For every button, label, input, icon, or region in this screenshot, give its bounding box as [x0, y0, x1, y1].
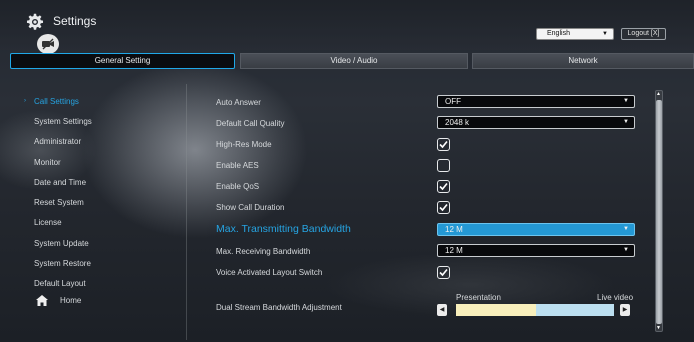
dual-stream-label: Dual Stream Bandwidth Adjustment — [216, 303, 342, 312]
enable-qos-label: Enable QoS — [216, 182, 260, 191]
sidebar-item-default-layout[interactable]: Default Layout — [34, 279, 86, 288]
home-link[interactable]: Home — [60, 296, 81, 305]
high-res-mode-checkbox[interactable] — [437, 138, 450, 151]
slider-left-arrow-button[interactable]: ◀ — [437, 304, 447, 316]
scrollbar-thumb[interactable] — [656, 100, 662, 324]
tab-general-setting[interactable]: General Setting — [10, 53, 235, 69]
max-rx-bandwidth-label: Max. Receiving Bandwidth — [216, 247, 311, 256]
checkmark-icon — [439, 182, 448, 191]
max-rx-bandwidth-select[interactable]: 12 M ▼ — [437, 244, 635, 257]
max-tx-bandwidth-label: Max. Transmitting Bandwidth — [216, 223, 351, 235]
header-bar — [0, 0, 694, 50]
sidebar-item-system-restore[interactable]: System Restore — [34, 259, 91, 268]
live-video-label: Live video — [597, 293, 634, 302]
chevron-down-icon: ▼ — [602, 31, 608, 37]
enable-aes-checkbox[interactable] — [437, 159, 450, 172]
slider-right-arrow-button[interactable]: ▶ — [620, 304, 630, 316]
camera-off-icon[interactable] — [37, 34, 59, 54]
sidebar-divider — [186, 84, 187, 340]
voice-activated-layout-checkbox[interactable] — [437, 266, 450, 279]
auto-answer-value: OFF — [445, 97, 461, 106]
logout-button[interactable]: Logout [X] — [621, 28, 666, 40]
high-res-mode-label: High-Res Mode — [216, 140, 272, 149]
live-video-bandwidth-bar[interactable] — [536, 304, 614, 316]
home-icon[interactable] — [36, 295, 48, 306]
sidebar-item-monitor[interactable]: Monitor — [34, 158, 61, 167]
max-tx-bandwidth-value: 12 M — [445, 225, 463, 234]
show-call-duration-label: Show Call Duration — [216, 203, 285, 212]
chevron-down-icon: ▼ — [623, 98, 629, 104]
active-bullet-icon: › — [24, 98, 26, 104]
presentation-bandwidth-bar[interactable] — [456, 304, 536, 316]
max-rx-bandwidth-value: 12 M — [445, 246, 463, 255]
enable-aes-label: Enable AES — [216, 161, 259, 170]
sidebar-item-system-update[interactable]: System Update — [34, 239, 89, 248]
scroll-down-icon[interactable]: ▼ — [656, 325, 661, 331]
default-call-quality-select[interactable]: 2048 k ▼ — [437, 116, 635, 129]
default-call-quality-value: 2048 k — [445, 118, 470, 127]
language-select[interactable]: English ▼ — [536, 28, 614, 40]
sidebar-item-system-settings[interactable]: System Settings — [34, 117, 92, 126]
sidebar-item-date-and-time[interactable]: Date and Time — [34, 178, 86, 187]
enable-qos-checkbox[interactable] — [437, 180, 450, 193]
checkmark-icon — [439, 268, 448, 277]
sidebar-item-administrator[interactable]: Administrator — [34, 137, 81, 146]
language-value: English — [547, 30, 570, 37]
sidebar-item-reset-system[interactable]: Reset System — [34, 198, 84, 207]
tab-video-audio[interactable]: Video / Audio — [240, 53, 468, 69]
voice-activated-layout-label: Voice Activated Layout Switch — [216, 268, 323, 277]
chevron-down-icon: ▼ — [623, 247, 629, 253]
scroll-up-icon[interactable]: ▲ — [656, 91, 661, 97]
auto-answer-select[interactable]: OFF ▼ — [437, 95, 635, 108]
show-call-duration-checkbox[interactable] — [437, 201, 450, 214]
gear-icon — [26, 13, 44, 30]
checkmark-icon — [439, 203, 448, 212]
checkmark-icon — [439, 140, 448, 149]
sidebar-item-call-settings[interactable]: Call Settings — [34, 97, 79, 106]
background-image — [0, 0, 694, 342]
chevron-down-icon: ▼ — [623, 226, 629, 232]
presentation-label: Presentation — [456, 293, 501, 302]
sidebar-item-license[interactable]: License — [34, 218, 62, 227]
app-title: Settings — [53, 14, 97, 28]
tab-network[interactable]: Network — [472, 53, 694, 69]
max-tx-bandwidth-select[interactable]: 12 M ▼ — [437, 223, 635, 236]
chevron-down-icon: ▼ — [623, 119, 629, 125]
auto-answer-label: Auto Answer — [216, 98, 261, 107]
default-call-quality-label: Default Call Quality — [216, 119, 285, 128]
